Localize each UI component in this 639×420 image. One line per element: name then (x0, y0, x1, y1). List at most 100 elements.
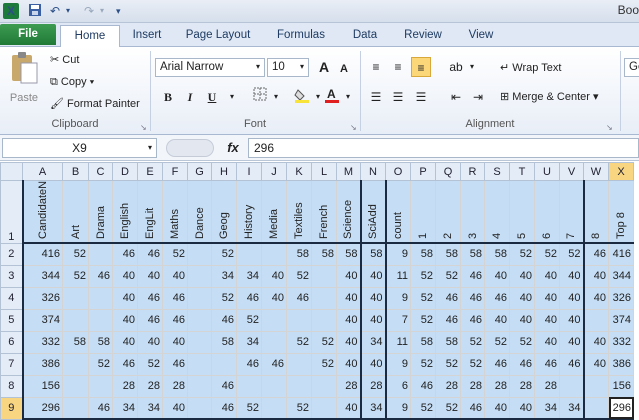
name-box[interactable]: X9 (2, 138, 157, 158)
table-cell[interactable]: 34 (559, 396, 584, 420)
column-header-q[interactable]: Q (435, 162, 461, 181)
table-cell[interactable]: 40 (137, 330, 163, 354)
table-cell[interactable]: 52 (484, 330, 510, 354)
align-top-icon[interactable]: ≡ (366, 57, 386, 77)
header-cell[interactable]: EngLit (137, 180, 163, 244)
align-left-icon[interactable]: ☰ (366, 87, 386, 107)
table-cell[interactable]: 52 (410, 286, 436, 310)
table-cell[interactable]: 46 (286, 286, 312, 310)
table-cell[interactable] (311, 264, 337, 288)
format-painter-button[interactable]: 🖌 Format Painter (50, 96, 140, 112)
formula-bar-handle[interactable] (166, 139, 214, 157)
undo-icon[interactable]: ↶ (50, 3, 60, 19)
table-cell[interactable] (559, 374, 584, 398)
row-header[interactable]: 8 (0, 374, 23, 398)
table-cell[interactable] (187, 242, 212, 266)
font-launcher-icon[interactable]: ↘ (350, 120, 357, 136)
merge-dropdown-icon[interactable]: ▾ (593, 91, 599, 103)
table-cell[interactable]: 326 (608, 286, 634, 310)
column-header-x[interactable]: X (608, 162, 634, 181)
table-cell[interactable]: 58 (211, 330, 237, 354)
column-header-s[interactable]: S (484, 162, 510, 181)
table-cell[interactable] (62, 396, 89, 420)
wrap-text-button[interactable]: ↵ Wrap Text (500, 60, 561, 76)
column-header-b[interactable]: B (62, 162, 89, 181)
shrink-font-button[interactable]: A (334, 59, 354, 79)
table-cell[interactable]: 344 (21, 264, 63, 288)
table-cell[interactable]: 58 (460, 242, 485, 266)
table-cell[interactable]: 52 (435, 264, 461, 288)
table-cell[interactable]: 58 (359, 242, 386, 266)
table-cell[interactable]: 40 (112, 286, 138, 310)
table-cell[interactable]: 40 (359, 286, 386, 310)
table-cell[interactable]: 52 (460, 352, 485, 376)
table-cell[interactable]: 52 (62, 264, 89, 288)
table-cell[interactable]: 40 (336, 308, 361, 332)
table-cell[interactable] (311, 396, 337, 420)
table-cell[interactable]: 416 (21, 242, 63, 266)
column-header-r[interactable]: R (460, 162, 485, 181)
table-cell[interactable]: 40 (336, 396, 361, 420)
table-cell[interactable]: 52 (435, 396, 461, 420)
table-cell[interactable]: 326 (21, 286, 63, 310)
table-cell[interactable]: 46 (88, 396, 113, 420)
alignment-launcher-icon[interactable]: ↘ (606, 120, 613, 136)
row-header[interactable]: 5 (0, 308, 23, 332)
header-cell[interactable]: count (384, 180, 411, 244)
row-header[interactable]: 9 (0, 396, 23, 420)
table-cell[interactable]: 40 (261, 286, 287, 310)
table-cell[interactable]: 52 (410, 264, 436, 288)
column-header-e[interactable]: E (137, 162, 163, 181)
header-cell[interactable]: Maths (162, 180, 188, 244)
table-cell[interactable]: 40 (509, 396, 535, 420)
insert-function-icon[interactable]: fx (220, 138, 246, 158)
table-cell[interactable] (88, 286, 113, 310)
table-cell[interactable] (62, 352, 89, 376)
table-cell[interactable]: 58 (286, 242, 312, 266)
column-header-n[interactable]: N (360, 162, 386, 181)
table-cell[interactable]: 296 (21, 396, 63, 420)
table-cell[interactable]: 40 (137, 264, 163, 288)
column-header-u[interactable]: U (534, 162, 560, 181)
table-cell[interactable]: 46 (236, 286, 262, 310)
table-cell[interactable] (582, 374, 609, 398)
table-cell[interactable] (311, 374, 337, 398)
formula-input[interactable]: 296 (248, 138, 639, 158)
table-cell[interactable]: 28 (509, 374, 535, 398)
table-cell[interactable]: 46 (261, 352, 287, 376)
table-cell[interactable]: 332 (21, 330, 63, 354)
clipboard-launcher-icon[interactable]: ↘ (140, 120, 147, 136)
table-cell[interactable]: 28 (162, 374, 188, 398)
table-cell[interactable]: 52 (410, 396, 436, 420)
underline-dropdown-icon[interactable]: ▾ (222, 87, 242, 107)
align-right-icon[interactable]: ☰ (411, 87, 431, 107)
table-cell[interactable] (311, 308, 337, 332)
table-cell[interactable]: 40 (484, 396, 510, 420)
table-cell[interactable]: 40 (112, 308, 138, 332)
table-cell[interactable]: 9 (384, 352, 411, 376)
paste-button[interactable]: Paste (6, 51, 42, 111)
table-cell[interactable] (187, 286, 212, 310)
row-header[interactable]: 4 (0, 286, 23, 310)
header-cell[interactable]: French (311, 180, 337, 244)
table-cell[interactable]: 52 (410, 352, 436, 376)
header-cell[interactable]: Science (336, 180, 361, 244)
table-cell[interactable]: 40 (534, 286, 560, 310)
table-cell[interactable]: 416 (608, 242, 634, 266)
table-cell[interactable] (236, 242, 262, 266)
font-size-dropdown-icon[interactable]: ▾ (300, 59, 304, 75)
table-cell[interactable]: 52 (286, 330, 312, 354)
table-cell[interactable]: 28 (137, 374, 163, 398)
table-cell[interactable]: 46 (484, 286, 510, 310)
header-cell[interactable]: History (236, 180, 262, 244)
table-cell[interactable]: 34 (359, 330, 386, 354)
table-cell[interactable]: 40 (484, 308, 510, 332)
table-cell[interactable]: 52 (137, 352, 163, 376)
table-cell[interactable] (261, 374, 287, 398)
table-cell[interactable] (187, 374, 212, 398)
table-cell[interactable]: 40 (582, 352, 609, 376)
table-cell[interactable]: 52 (162, 242, 188, 266)
header-cell[interactable]: Geog (211, 180, 237, 244)
table-cell[interactable]: 46 (534, 352, 560, 376)
table-cell[interactable]: 46 (582, 242, 609, 266)
